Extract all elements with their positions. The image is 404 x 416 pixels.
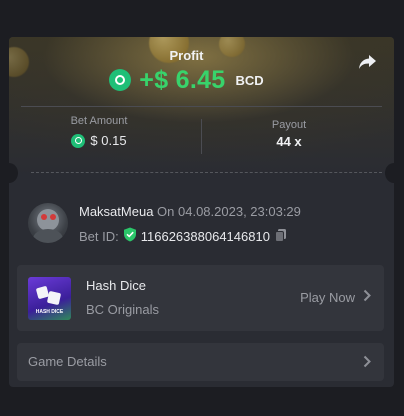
bcd-coin-icon — [71, 133, 86, 148]
divider — [21, 106, 382, 107]
bet-amount-value: $ 0.15 — [90, 133, 127, 148]
game-provider: BC Originals — [86, 302, 159, 317]
username[interactable]: MaksatMeua — [79, 204, 153, 219]
play-now-label: Play Now — [300, 289, 355, 305]
bet-id-value: 116626388064146810 — [140, 228, 270, 244]
profit-currency: BCD — [235, 72, 264, 88]
bet-amount-stat: Bet Amount $ 0.15 — [9, 115, 189, 148]
user-row: MaksatMeua On 04.08.2023, 23:03:29 Bet I… — [28, 203, 378, 245]
copy-icon[interactable] — [274, 228, 288, 245]
bet-date: On 04.08.2023, 23:03:29 — [157, 204, 301, 219]
game-details-label: Game Details — [28, 354, 107, 369]
profit-row: +$ 6.45 BCD — [9, 64, 364, 96]
payout-label: Payout — [271, 119, 307, 131]
bet-detail-card: Profit +$ 6.45 BCD Bet Amount $ 0.15 Pay… — [9, 37, 394, 387]
share-icon[interactable] — [356, 51, 378, 73]
bet-amount-label: Bet Amount — [70, 115, 128, 127]
bet-id-label: Bet ID: — [79, 228, 119, 244]
payout-stat: Payout 44 x — [199, 119, 379, 149]
game-thumbnail: HASH DICE — [28, 277, 71, 320]
bet-amount-row: $ 0.15 — [9, 133, 189, 148]
chevron-right-icon — [363, 355, 371, 373]
verified-shield-icon — [123, 227, 137, 245]
game-thumbnail-text: HASH DICE — [35, 309, 64, 315]
game-name: Hash Dice — [86, 278, 146, 293]
bcd-coin-icon — [109, 69, 132, 91]
profit-amount: +$ 6.45 — [139, 65, 226, 94]
ticket-notch — [385, 163, 394, 183]
game-link-card[interactable]: HASH DICE Hash Dice BC Originals Play No… — [17, 265, 384, 331]
user-info-line: MaksatMeua On 04.08.2023, 23:03:29 — [79, 204, 301, 219]
profit-label: Profit — [169, 48, 204, 63]
payout-value: 44 x — [276, 134, 302, 149]
avatar[interactable] — [28, 203, 68, 243]
dashed-divider — [31, 172, 382, 173]
chevron-right-icon — [363, 289, 371, 305]
game-details-row[interactable]: Game Details — [17, 343, 384, 381]
bet-id-line: Bet ID: 116626388064146810 — [79, 227, 288, 245]
play-now-button[interactable]: Play Now — [300, 289, 371, 305]
